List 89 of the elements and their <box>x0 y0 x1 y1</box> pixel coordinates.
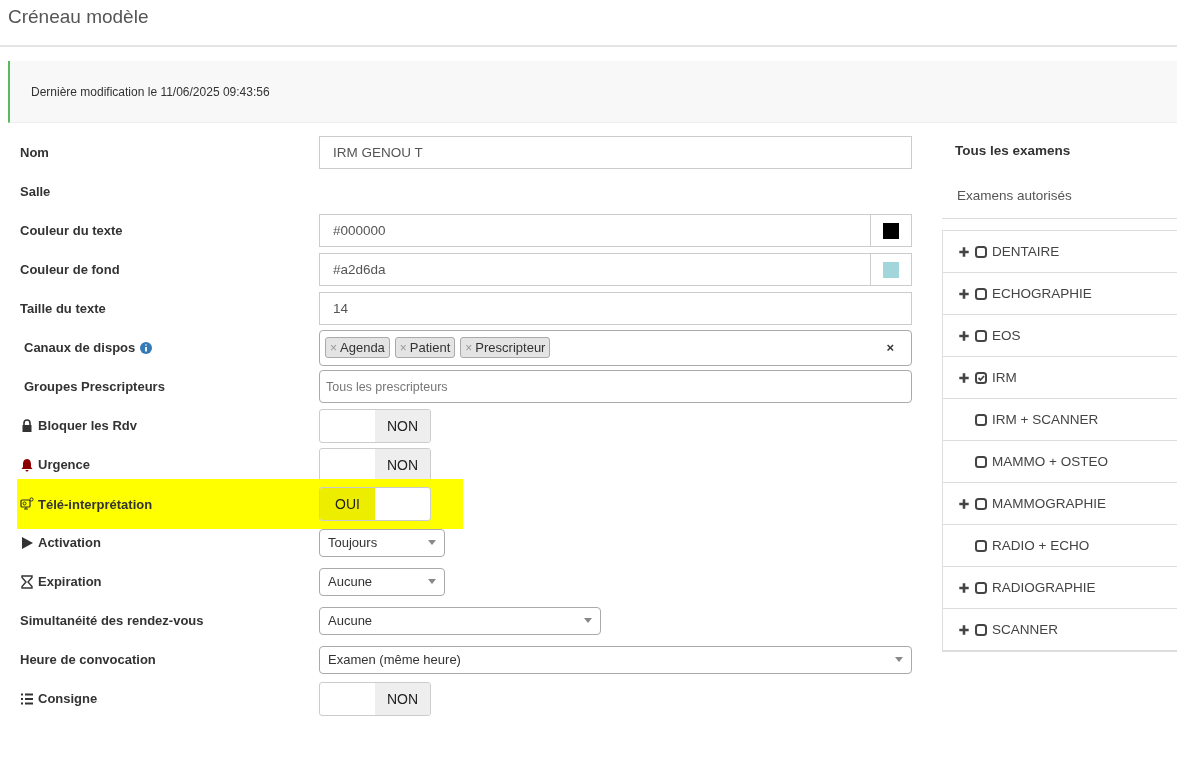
checkbox[interactable] <box>975 623 987 636</box>
field-label: Consigne <box>38 691 98 706</box>
plus-icon <box>958 328 970 343</box>
checkbox[interactable] <box>975 581 987 594</box>
exam-label: MAMMO + OSTEO <box>992 454 1108 469</box>
checkbox[interactable] <box>975 455 987 468</box>
exam-label: ECHOGRAPHIE <box>992 286 1092 301</box>
field-label: Télé-interprétation <box>38 496 153 512</box>
plus-icon <box>958 370 970 385</box>
exam-label: IRM + SCANNER <box>992 412 1099 427</box>
caret-icon <box>895 657 903 662</box>
exam-item[interactable]: ECHOGRAPHIE <box>943 273 1177 315</box>
dropdown[interactable]: Aucune <box>319 606 601 635</box>
plus-icon <box>958 496 970 511</box>
field-label: Expiration <box>38 574 102 589</box>
notice-text: Dernière modification le 11/06/2025 09:43:56 <box>31 84 270 99</box>
checkbox[interactable] <box>975 371 987 384</box>
field-label: Activation <box>38 535 101 550</box>
play-icon <box>20 535 34 550</box>
tag-select-field[interactable]: × Agenda × Patient × Prescripteur × <box>319 329 912 366</box>
caret-icon <box>428 540 436 545</box>
field-label: Couleur de fond <box>20 262 120 277</box>
bell-icon <box>20 457 34 472</box>
monitor-icon <box>20 497 34 511</box>
color-value: #000000 <box>332 222 387 240</box>
exam-label: RADIOGRAPHIE <box>992 580 1096 595</box>
field-label: Canaux de dispos <box>24 340 136 355</box>
color-field[interactable]: #000000 <box>319 214 912 247</box>
exam-label: RADIO + ECHO <box>992 538 1090 553</box>
checkbox[interactable] <box>975 245 987 258</box>
plus-icon <box>958 622 970 637</box>
color-swatch[interactable] <box>883 222 899 239</box>
exam-label: EOS <box>992 328 1021 343</box>
field-label: Nom <box>20 145 49 160</box>
checkbox[interactable] <box>975 497 987 510</box>
plus-icon <box>958 286 970 301</box>
clear-icon[interactable]: × <box>886 340 894 355</box>
field-label: Bloquer les Rdv <box>38 418 137 433</box>
exam-label: SCANNER <box>992 622 1058 637</box>
exam-item[interactable]: DENTAIRE <box>943 231 1177 273</box>
field-label: Salle <box>20 184 51 199</box>
checkbox[interactable] <box>975 287 987 300</box>
exam-item[interactable]: RADIO + ECHO <box>943 525 1177 567</box>
tag-chip[interactable]: × Agenda <box>325 337 390 358</box>
lock-icon <box>20 418 34 433</box>
field-label: Taille du texte <box>20 301 106 316</box>
exam-label: MAMMOGRAPHIE <box>992 496 1106 511</box>
page-title: Créneau modèle <box>8 6 150 28</box>
color-swatch[interactable] <box>883 261 899 278</box>
tag-chip[interactable]: × Patient <box>394 337 456 358</box>
plus-icon <box>958 244 970 259</box>
exam-item[interactable]: EOS <box>943 315 1177 357</box>
tag-chip[interactable]: × Prescripteur <box>460 337 551 358</box>
field-label: Groupes Prescripteurs <box>24 379 165 394</box>
color-value: #a2d6da <box>332 261 387 279</box>
exam-item[interactable]: RADIOGRAPHIE <box>943 567 1177 609</box>
checkbox[interactable] <box>975 413 987 426</box>
checkbox[interactable] <box>975 539 987 552</box>
dropdown[interactable]: Examen (même heure) <box>319 645 912 674</box>
exam-label: IRM <box>992 370 1017 385</box>
field-label: Heure de convocation <box>20 652 156 667</box>
dropdown[interactable]: Aucune <box>319 567 445 596</box>
list-icon <box>20 691 34 706</box>
field-label: Couleur du texte <box>20 223 123 238</box>
select-field[interactable]: Tous les prescripteurs <box>319 370 912 403</box>
exam-label: DENTAIRE <box>992 244 1060 259</box>
exam-item[interactable]: SCANNER <box>943 609 1177 651</box>
hourglass-icon <box>20 574 34 589</box>
field-label: Urgence <box>38 457 91 472</box>
text-field[interactable]: IRM GENOU T <box>319 136 912 169</box>
exam-item[interactable]: MAMMOGRAPHIE <box>943 483 1177 525</box>
tab[interactable]: Examens autorisés <box>942 172 1177 219</box>
exam-item[interactable]: IRM <box>943 357 1177 399</box>
info-icon <box>139 340 154 355</box>
caret-icon <box>428 579 436 584</box>
exam-item[interactable]: IRM + SCANNER <box>943 399 1177 441</box>
checkbox[interactable] <box>975 329 987 342</box>
toggle-switch[interactable]: OUI <box>319 487 431 521</box>
exam-item[interactable]: MAMMO + OSTEO <box>943 441 1177 483</box>
field-label: Simultanéité des rendez-vous <box>20 613 204 628</box>
toggle-switch[interactable]: NON <box>319 681 431 716</box>
color-field[interactable]: #a2d6da <box>319 253 912 286</box>
dropdown[interactable]: Toujours <box>319 528 445 557</box>
plus-icon <box>958 580 970 595</box>
toggle-switch[interactable]: NON <box>319 447 431 482</box>
panel-heading: Tous les examens <box>954 142 1072 160</box>
caret-icon <box>584 618 592 623</box>
toggle-switch[interactable]: NON <box>319 408 431 443</box>
text-field[interactable]: 14 <box>319 292 912 325</box>
